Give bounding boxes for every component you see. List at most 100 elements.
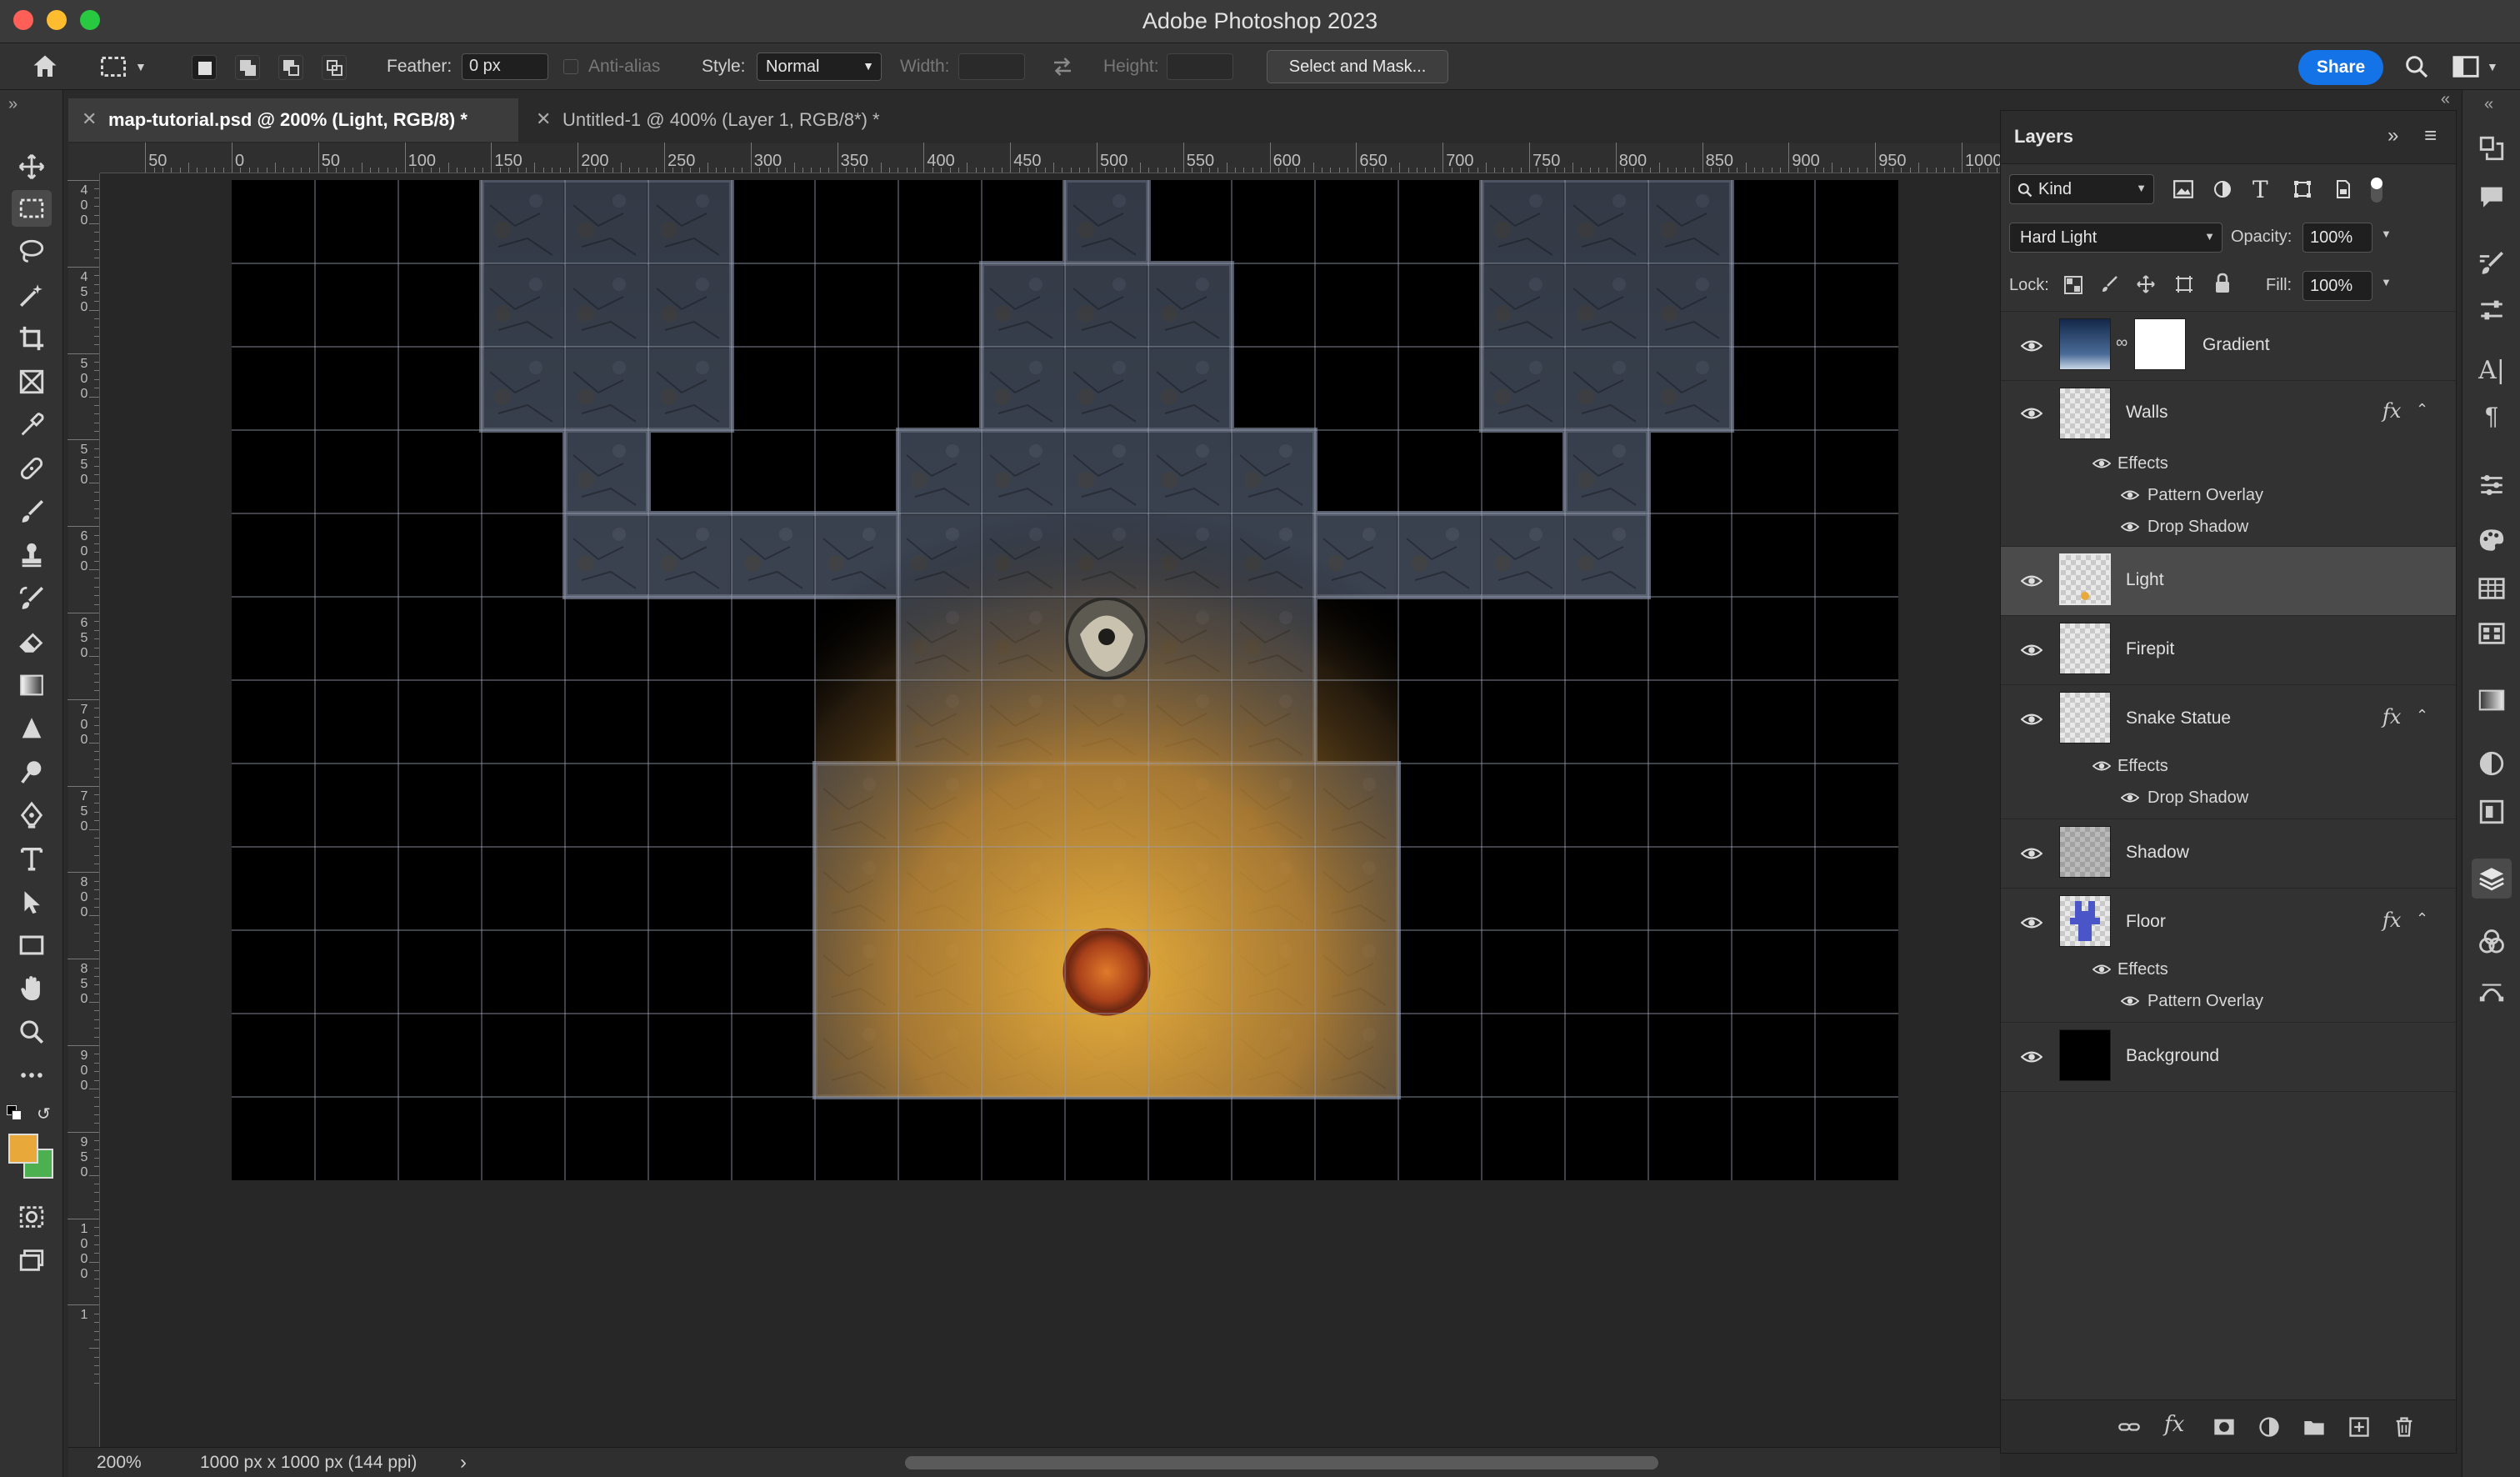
zoom-level[interactable]: 200% bbox=[97, 1453, 142, 1473]
canvas-area[interactable] bbox=[100, 173, 2000, 1447]
eye-icon[interactable] bbox=[2092, 960, 2111, 979]
fx-icon[interactable]: fx bbox=[2382, 909, 2401, 932]
subtract-selection-mode[interactable] bbox=[278, 55, 303, 80]
panel-menu-icon[interactable]: ≡ bbox=[2424, 123, 2437, 148]
antialias-checkbox[interactable]: Anti-alias bbox=[563, 43, 660, 90]
expand-panel-icon[interactable]: » bbox=[2388, 124, 2398, 148]
intersect-selection-mode[interactable] bbox=[322, 55, 347, 80]
pen-tool[interactable] bbox=[12, 797, 52, 834]
brush-settings-panel-button[interactable] bbox=[2477, 248, 2507, 278]
chevron-up-icon[interactable]: ⌃ bbox=[2416, 910, 2428, 928]
layer-gradient[interactable]: ∞ Gradient bbox=[2001, 312, 2456, 380]
add-mask-icon[interactable] bbox=[2212, 1415, 2236, 1439]
search-button[interactable] bbox=[2403, 43, 2430, 90]
foreground-color-swatch[interactable] bbox=[8, 1134, 38, 1164]
layer-snake-statue[interactable]: Snake Statue fx ⌃ Effects Drop Shadow bbox=[2001, 685, 2456, 819]
libraries-panel-button[interactable] bbox=[2477, 797, 2507, 827]
smart-object-filter-icon[interactable] bbox=[2332, 179, 2352, 199]
layer-mask-thumbnail[interactable] bbox=[2134, 318, 2186, 370]
adjustment-filter-icon[interactable] bbox=[2212, 179, 2232, 199]
layer-light[interactable]: Light bbox=[2001, 547, 2456, 615]
zoom-tool[interactable] bbox=[12, 1014, 52, 1050]
adjustments-panel-button[interactable] bbox=[2477, 470, 2507, 500]
frame-tool[interactable] bbox=[12, 363, 52, 400]
link-layers-icon[interactable] bbox=[2118, 1415, 2141, 1439]
character-panel-button[interactable]: A| bbox=[2477, 355, 2507, 385]
brush-tool[interactable] bbox=[12, 493, 52, 530]
layer-filter-select[interactable]: Kind ▼ bbox=[2009, 174, 2154, 204]
fx-icon[interactable]: fx bbox=[2382, 705, 2401, 728]
patterns-panel-button[interactable] bbox=[2477, 618, 2507, 648]
effect-drop-shadow[interactable]: Drop Shadow bbox=[2148, 789, 2248, 808]
new-layer-icon[interactable] bbox=[2348, 1415, 2371, 1439]
type-tool[interactable] bbox=[12, 840, 52, 877]
swap-colors-icon[interactable]: ↺ bbox=[37, 1104, 51, 1124]
feather-input[interactable]: 0 px bbox=[462, 53, 548, 80]
effect-pattern-overlay[interactable]: Pattern Overlay bbox=[2148, 992, 2263, 1011]
opacity-dropdown-icon[interactable]: ▼ bbox=[2381, 228, 2392, 240]
pixel-filter-icon[interactable] bbox=[2172, 179, 2194, 199]
status-menu-arrow[interactable]: › bbox=[460, 1451, 467, 1474]
filter-toggle[interactable] bbox=[2371, 178, 2382, 203]
crop-tool[interactable] bbox=[12, 320, 52, 357]
add-layer-style-icon[interactable]: fx bbox=[2164, 1412, 2184, 1437]
hand-tool[interactable] bbox=[12, 970, 52, 1007]
close-icon[interactable]: ✕ bbox=[82, 108, 97, 130]
eye-icon[interactable] bbox=[2021, 639, 2042, 661]
move-tool[interactable] bbox=[12, 148, 52, 185]
collapse-panels-icon[interactable]: « bbox=[2441, 90, 2450, 109]
chevron-up-icon[interactable]: ⌃ bbox=[2416, 401, 2428, 418]
blend-mode-select[interactable]: Hard Light ▼ bbox=[2009, 223, 2222, 253]
rectangular-marquee-tool[interactable] bbox=[12, 190, 52, 227]
comments-panel-button[interactable] bbox=[2477, 182, 2507, 212]
layer-firepit[interactable]: Firepit bbox=[2001, 616, 2456, 684]
type-filter-icon[interactable]: T bbox=[2252, 176, 2268, 203]
eye-icon[interactable] bbox=[2121, 789, 2139, 807]
chevron-up-icon[interactable]: ⌃ bbox=[2416, 707, 2428, 724]
healing-brush-tool[interactable] bbox=[12, 450, 52, 487]
tool-presets-panel-button[interactable] bbox=[2477, 295, 2507, 325]
swatches-panel-button[interactable] bbox=[2477, 573, 2507, 603]
path-selection-tool[interactable] bbox=[12, 884, 52, 920]
lock-position-icon[interactable] bbox=[2136, 274, 2156, 294]
default-colors-icon[interactable] bbox=[7, 1105, 23, 1122]
layer-walls[interactable]: Walls fx ⌃ Effects Pattern Overlay Drop … bbox=[2001, 381, 2456, 546]
eye-icon[interactable] bbox=[2092, 757, 2111, 775]
screen-mode-button[interactable] bbox=[12, 1242, 52, 1279]
lock-artboard-icon[interactable] bbox=[2174, 274, 2194, 294]
new-group-icon[interactable] bbox=[2302, 1415, 2326, 1439]
history-panel-button[interactable] bbox=[2477, 133, 2507, 163]
width-input[interactable] bbox=[958, 53, 1025, 80]
link-icon[interactable]: ∞ bbox=[2116, 333, 2128, 353]
paragraph-panel-button[interactable]: ¶ bbox=[2477, 402, 2507, 432]
marquee-preset-picker[interactable]: ▼ bbox=[98, 43, 147, 90]
horizontal-ruler[interactable]: 50 0 50 100 150 200 250 300 350 400 450 500 550 600 65… bbox=[100, 143, 2128, 173]
layer-background[interactable]: Background bbox=[2001, 1023, 2456, 1091]
history-brush-tool[interactable] bbox=[12, 580, 52, 617]
expand-toolbar-icon[interactable]: » bbox=[8, 95, 18, 114]
eye-icon[interactable] bbox=[2021, 403, 2042, 424]
eye-icon[interactable] bbox=[2021, 570, 2042, 592]
quick-mask-button[interactable] bbox=[12, 1199, 52, 1235]
clone-stamp-tool[interactable] bbox=[12, 537, 52, 573]
style-select[interactable]: Normal ▼ bbox=[757, 53, 882, 81]
opacity-input[interactable]: 100% bbox=[2302, 223, 2372, 253]
rectangle-tool[interactable] bbox=[12, 927, 52, 964]
fill-dropdown-icon[interactable]: ▼ bbox=[2381, 276, 2392, 288]
eye-icon[interactable] bbox=[2121, 486, 2139, 504]
properties-panel-button[interactable] bbox=[2477, 749, 2507, 779]
magic-wand-tool[interactable] bbox=[12, 277, 52, 313]
lasso-tool[interactable] bbox=[12, 233, 52, 270]
sharpen-tool[interactable] bbox=[12, 710, 52, 747]
fill-input[interactable]: 100% bbox=[2302, 271, 2372, 301]
eyedropper-tool[interactable] bbox=[12, 407, 52, 443]
delete-layer-icon[interactable] bbox=[2392, 1415, 2416, 1439]
eye-icon[interactable] bbox=[2021, 1046, 2042, 1068]
effect-drop-shadow[interactable]: Drop Shadow bbox=[2148, 518, 2248, 537]
eye-icon[interactable] bbox=[2092, 454, 2111, 473]
gradients-panel-button[interactable] bbox=[2477, 685, 2507, 715]
eye-icon[interactable] bbox=[2121, 518, 2139, 536]
lock-all-icon[interactable] bbox=[2212, 273, 2232, 294]
edit-toolbar-button[interactable] bbox=[12, 1057, 52, 1094]
add-selection-mode[interactable] bbox=[235, 55, 260, 80]
